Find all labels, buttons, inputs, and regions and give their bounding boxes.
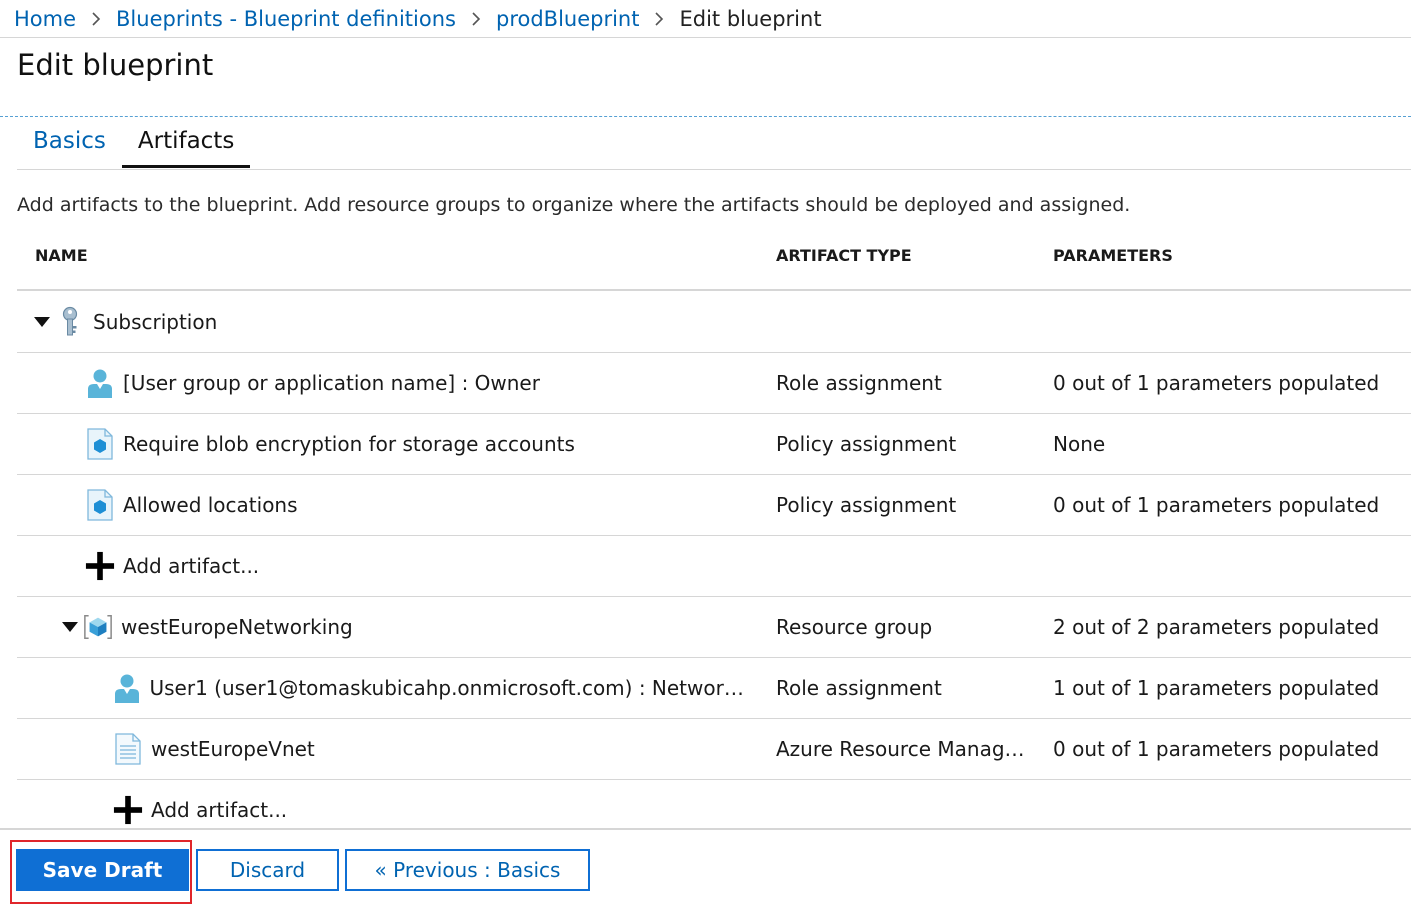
row-parameters: 0 out of 1 parameters populated — [1053, 371, 1380, 395]
discard-button[interactable]: Discard — [196, 849, 339, 891]
row-parameters: 1 out of 1 parameters populated — [1053, 676, 1380, 700]
breadcrumb-blueprint-definitions[interactable]: Blueprints - Blueprint definitions — [116, 7, 456, 31]
collapse-caret-icon[interactable] — [33, 313, 51, 331]
user-icon — [85, 367, 115, 399]
table-row[interactable]: Allowed locations Policy assignment 0 ou… — [17, 475, 1411, 536]
footer-action-bar: Save Draft Discard « Previous : Basics — [0, 828, 1411, 907]
row-artifact-type: Policy assignment — [776, 493, 957, 517]
add-artifact-subscription-button[interactable]: Add artifact... — [17, 536, 1411, 597]
row-name: Require blob encryption for storage acco… — [123, 432, 575, 456]
row-name: westEuropeNetworking — [121, 615, 353, 639]
row-parameters: None — [1053, 432, 1106, 456]
policy-icon — [85, 489, 115, 521]
template-icon — [113, 733, 143, 765]
breadcrumb-prodblueprint[interactable]: prodBlueprint — [496, 7, 640, 31]
column-header-parameters: PARAMETERS — [1053, 246, 1173, 265]
page-description: Add artifacts to the blueprint. Add reso… — [17, 194, 1131, 216]
table-row[interactable]: [User group or application name] : Owner… — [17, 353, 1411, 414]
page-title: Edit blueprint — [17, 48, 214, 82]
row-parameters: 2 out of 2 parameters populated — [1053, 615, 1380, 639]
add-artifact-label: Add artifact... — [151, 798, 288, 822]
table-row[interactable]: westEuropeNetworking Resource group 2 ou… — [17, 597, 1411, 658]
row-parameters: 0 out of 1 parameters populated — [1053, 737, 1380, 761]
table-row[interactable]: Subscription — [17, 292, 1411, 353]
breadcrumb: Home Blueprints - Blueprint definitions … — [0, 0, 1411, 38]
resource-group-icon — [83, 611, 113, 643]
tab-artifacts[interactable]: Artifacts — [121, 120, 251, 168]
row-name: User1 (user1@tomaskubicahp.onmicrosoft.c… — [149, 676, 756, 700]
artifact-table: Subscription [User group or application … — [17, 292, 1411, 841]
row-artifact-type: Role assignment — [776, 371, 942, 395]
table-row[interactable]: User1 (user1@tomaskubicahp.onmicrosoft.c… — [17, 658, 1411, 719]
row-name: westEuropeVnet — [151, 737, 315, 761]
policy-icon — [85, 428, 115, 460]
key-icon — [55, 306, 85, 338]
row-artifact-type: Policy assignment — [776, 432, 957, 456]
breadcrumb-current: Edit blueprint — [679, 6, 822, 31]
row-name: Allowed locations — [123, 493, 298, 517]
tab-basics[interactable]: Basics — [17, 120, 122, 168]
collapse-caret-icon[interactable] — [61, 618, 79, 636]
previous-basics-button[interactable]: « Previous : Basics — [345, 849, 590, 891]
table-row[interactable]: westEuropeVnet Azure Resource Manager...… — [17, 719, 1411, 780]
table-row[interactable]: Require blob encryption for storage acco… — [17, 414, 1411, 475]
row-artifact-type: Resource group — [776, 615, 933, 639]
add-artifact-label: Add artifact... — [123, 554, 260, 578]
chevron-right-icon — [85, 8, 107, 30]
column-header-artifact-type: ARTIFACT TYPE — [776, 246, 912, 265]
save-draft-button[interactable]: Save Draft — [16, 849, 189, 891]
row-artifact-type: Role assignment — [776, 676, 942, 700]
chevron-right-icon — [465, 8, 487, 30]
row-parameters: 0 out of 1 parameters populated — [1053, 493, 1380, 517]
row-name: [User group or application name] : Owner — [123, 371, 540, 395]
breadcrumb-home[interactable]: Home — [14, 7, 76, 31]
user-icon — [113, 672, 142, 704]
row-name: Subscription — [93, 310, 218, 334]
plus-icon — [85, 550, 115, 582]
column-header-name: NAME — [35, 246, 88, 265]
title-divider — [0, 116, 1411, 117]
row-artifact-type: Azure Resource Manager... — [776, 737, 1036, 761]
chevron-right-icon — [648, 8, 670, 30]
table-header: NAME ARTIFACT TYPE PARAMETERS — [17, 230, 1411, 291]
plus-icon — [113, 794, 143, 826]
tab-bar: Basics Artifacts — [17, 120, 1411, 170]
